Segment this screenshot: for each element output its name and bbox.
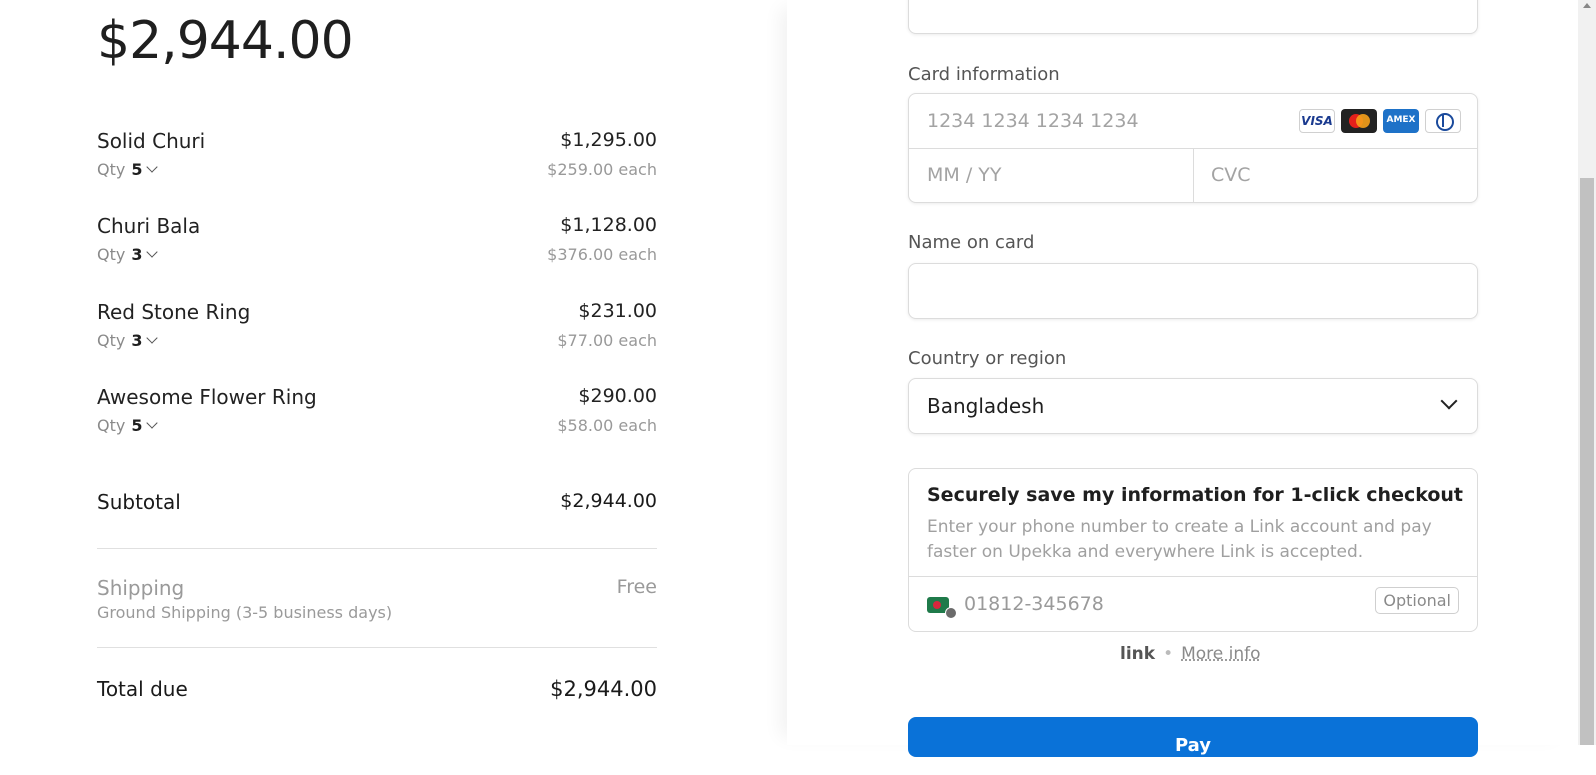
country-value: Bangladesh [927,394,1045,418]
email-field[interactable] [908,0,1478,34]
card-number-field[interactable]: 1234 1234 1234 1234 VISA AMEX [909,94,1477,149]
phone-input[interactable]: 01812-345678 [964,593,1104,615]
total-due-label: Total due [97,677,188,701]
mastercard-icon [1341,109,1377,133]
pay-button[interactable]: Pay [908,717,1478,757]
item-name: Churi Bala [97,214,201,238]
separator-dot: • [1163,644,1174,664]
item-name: Red Stone Ring [97,300,251,324]
country-label: Country or region [908,348,1067,369]
optional-badge: Optional [1375,587,1459,614]
link-footer: link • More info [1120,644,1261,664]
item-total: $1,128.00 [560,214,657,236]
total-amount: $2,944.00 [97,11,354,71]
scroll-up-icon[interactable] [1583,3,1591,8]
chevron-down-icon [1440,392,1458,410]
shipping-label: Shipping [97,576,185,600]
cvc-field[interactable]: CVC [1193,148,1477,202]
qty-value: 5 [131,416,143,435]
qty-value: 3 [131,331,143,350]
expiry-placeholder: MM / YY [927,164,1002,186]
divider [97,548,657,549]
order-summary-panel: $2,944.00 Solid Churi $1,295.00 Qty 5 $25… [0,0,787,745]
link-save-box: Securely save my information for 1-click… [908,468,1478,632]
card-number-placeholder: 1234 1234 1234 1234 [927,110,1139,132]
total-due-value: $2,944.00 [550,677,657,701]
item-name: Solid Churi [97,129,206,153]
amex-icon: AMEX [1383,109,1419,133]
cvc-placeholder: CVC [1211,164,1251,186]
divider [909,576,1477,577]
card-info-group: 1234 1234 1234 1234 VISA AMEX MM / YY CVC [908,93,1478,203]
country-code-badge-icon [945,607,957,619]
qty-selector[interactable]: Qty 3 [97,245,159,264]
qty-label: Qty [97,245,126,264]
item-unit-price: $77.00 each [557,331,657,350]
item-unit-price: $58.00 each [557,416,657,435]
diners-club-icon [1425,109,1461,133]
scrollbar[interactable] [1578,0,1596,745]
chevron-down-icon [146,161,159,173]
visa-icon: VISA [1299,109,1335,133]
name-on-card-label: Name on card [908,232,1035,253]
divider [97,647,657,648]
item-unit-price: $376.00 each [547,245,657,264]
country-select[interactable]: Bangladesh [908,378,1478,434]
name-on-card-input[interactable] [908,263,1478,319]
subtotal-value: $2,944.00 [560,490,657,512]
shipping-value: Free [616,576,657,598]
item-total: $231.00 [578,300,657,322]
item-name: Awesome Flower Ring [97,385,317,409]
link-description: Enter your phone number to create a Link… [927,517,1432,562]
subtotal-label: Subtotal [97,490,181,514]
qty-value: 5 [131,160,143,179]
scroll-thumb[interactable] [1580,178,1594,745]
item-unit-price: $259.00 each [547,160,657,179]
chevron-down-icon [146,332,159,344]
more-info-link[interactable]: More info [1181,644,1260,664]
link-logo: link [1120,644,1156,664]
card-brands: VISA AMEX [1293,109,1461,133]
link-title: Securely save my information for 1-click… [927,484,1464,506]
qty-label: Qty [97,160,126,179]
chevron-down-icon [146,246,159,258]
qty-label: Qty [97,416,126,435]
qty-label: Qty [97,331,126,350]
qty-value: 3 [131,245,143,264]
item-total: $290.00 [578,385,657,407]
expiry-field[interactable]: MM / YY [909,148,1194,202]
item-total: $1,295.00 [560,129,657,151]
chevron-down-icon [146,417,159,429]
qty-selector[interactable]: Qty 5 [97,416,159,435]
qty-selector[interactable]: Qty 3 [97,331,159,350]
shipping-method: Ground Shipping (3-5 business days) [97,603,393,622]
qty-selector[interactable]: Qty 5 [97,160,159,179]
card-info-label: Card information [908,64,1060,85]
